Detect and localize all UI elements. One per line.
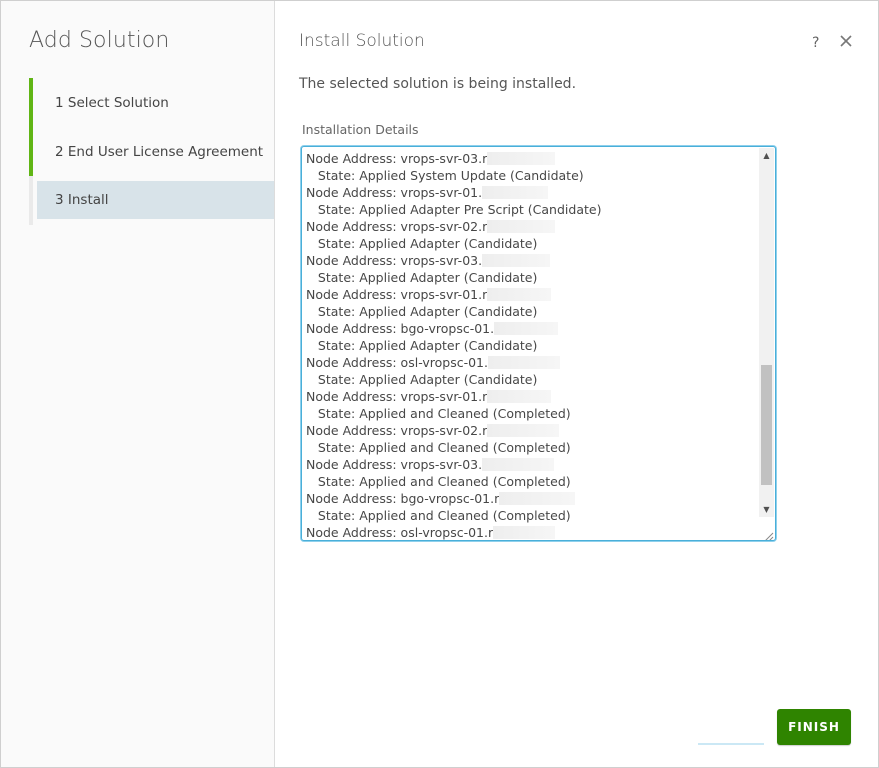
wizard-title: Add Solution [29, 28, 170, 53]
cancel-button[interactable] [698, 743, 764, 745]
details-line-text: State: Applied and Cleaned (Completed) [306, 440, 571, 455]
redacted-hostname [487, 390, 552, 403]
details-line-text: State: Applied and Cleaned (Completed) [306, 406, 571, 421]
details-line-text: State: Applied Adapter Pre Script (Candi… [306, 202, 602, 217]
step-complete-indicator [29, 127, 33, 176]
installation-details-line: State: Applied Adapter (Candidate) [306, 235, 757, 252]
details-line-text: Node Address: vrops-svr-01. [306, 185, 483, 200]
wizard-steps: 1 Select Solution 2 End User License Agr… [29, 78, 274, 225]
installation-details-line: State: Applied and Cleaned (Completed) [306, 439, 757, 456]
details-line-text: Node Address: osl-vropsc-01.r [306, 525, 494, 540]
step-complete-indicator [29, 78, 33, 127]
step-install[interactable]: 3 Install [29, 176, 274, 225]
installation-details-line: Node Address: vrops-svr-02.r [306, 218, 757, 235]
redacted-hostname [494, 322, 559, 335]
installation-details-line: Node Address: vrops-svr-01.r [306, 286, 757, 303]
details-line-text: Node Address: osl-vropsc-01. [306, 355, 488, 370]
page-title: Install Solution [299, 31, 425, 51]
installation-details-line: State: Applied and Cleaned (Completed) [306, 473, 757, 490]
installation-details-line: Node Address: vrops-svr-03. [306, 252, 757, 269]
details-line-text: State: Applied and Cleaned (Completed) [306, 474, 571, 489]
installation-details-line: State: Applied Adapter (Candidate) [306, 337, 757, 354]
installation-details-line: State: Applied and Cleaned (Completed) [306, 405, 757, 422]
details-line-text: Node Address: vrops-svr-03. [306, 253, 483, 268]
close-icon[interactable] [835, 30, 857, 52]
wizard-sidebar: Add Solution 1 Select Solution 2 End Use… [1, 1, 275, 767]
step-select-solution[interactable]: 1 Select Solution [29, 78, 274, 127]
wizard-content: Install Solution ? The selected solution… [275, 1, 878, 767]
installation-details-line: State: Applied and Cleaned (Completed) [306, 507, 757, 524]
installation-details-content: Node Address: vrops-svr-03.r State: Appl… [306, 150, 757, 540]
redacted-hostname [487, 288, 552, 301]
details-line-text: State: Applied Adapter (Candidate) [306, 236, 538, 251]
details-line-text: State: Applied Adapter (Candidate) [306, 304, 538, 319]
scroll-up-arrow-icon[interactable]: ▲ [759, 148, 774, 163]
installation-details-line: State: Applied System Update (Candidate) [306, 167, 757, 184]
installation-details-line: Node Address: bgo-vropsc-01. [306, 320, 757, 337]
installation-details-line: State: Applied Adapter (Candidate) [306, 303, 757, 320]
installation-details-line: Node Address: vrops-svr-03. [306, 456, 757, 473]
details-line-text: State: Applied and Cleaned (Completed) [306, 508, 571, 523]
finish-button[interactable]: FINISH [777, 709, 851, 745]
installation-details-line: State: Applied Adapter Pre Script (Candi… [306, 201, 757, 218]
redacted-hostname [487, 424, 560, 437]
step-label: 1 Select Solution [55, 94, 169, 111]
details-line-text: Node Address: vrops-svr-02.r [306, 423, 488, 438]
scrollbar-thumb[interactable] [761, 365, 772, 485]
scroll-down-arrow-icon[interactable]: ▼ [759, 502, 774, 517]
details-line-text: State: Applied System Update (Candidate) [306, 168, 584, 183]
details-line-text: State: Applied Adapter (Candidate) [306, 338, 538, 353]
redacted-hostname [488, 356, 560, 369]
details-line-text: Node Address: vrops-svr-01.r [306, 287, 488, 302]
installation-details-line: State: Applied Adapter (Candidate) [306, 371, 757, 388]
details-line-text: Node Address: bgo-vropsc-01.r [306, 491, 500, 506]
installation-details-label: Installation Details [302, 122, 419, 137]
details-scrollbar[interactable]: ▲ ▼ [759, 148, 774, 517]
redacted-hostname [487, 152, 556, 165]
redacted-hostname [482, 186, 549, 199]
redacted-hostname [493, 526, 556, 539]
step-label: 3 Install [55, 192, 109, 208]
details-line-text: Node Address: bgo-vropsc-01. [306, 321, 495, 336]
resize-grip-icon[interactable] [762, 527, 774, 540]
installation-details-line: Node Address: vrops-svr-02.r [306, 422, 757, 439]
redacted-hostname [499, 492, 576, 505]
redacted-hostname [482, 458, 555, 471]
details-line-text: Node Address: vrops-svr-03.r [306, 151, 488, 166]
redacted-hostname [482, 254, 551, 267]
redacted-hostname [487, 220, 556, 233]
installation-details-line: Node Address: osl-vropsc-01. [306, 354, 757, 371]
step-label: 2 End User License Agreement [55, 143, 264, 160]
help-icon[interactable]: ? [812, 35, 819, 51]
install-status-text: The selected solution is being installed… [299, 76, 577, 92]
installation-details-line: Node Address: osl-vropsc-01.r [306, 524, 757, 540]
details-line-text: Node Address: vrops-svr-03. [306, 457, 483, 472]
details-line-text: Node Address: vrops-svr-02.r [306, 219, 488, 234]
step-eula[interactable]: 2 End User License Agreement [29, 127, 274, 176]
step-pending-indicator [29, 176, 33, 225]
details-line-text: State: Applied Adapter (Candidate) [306, 372, 538, 387]
details-line-text: State: Applied Adapter (Candidate) [306, 270, 538, 285]
installation-details-line: Node Address: vrops-svr-03.r [306, 150, 757, 167]
installation-details-textarea[interactable]: Node Address: vrops-svr-03.r State: Appl… [301, 146, 776, 541]
details-line-text: Node Address: vrops-svr-01.r [306, 389, 488, 404]
installation-details-line: Node Address: bgo-vropsc-01.r [306, 490, 757, 507]
installation-details-line: Node Address: vrops-svr-01. [306, 184, 757, 201]
installation-details-line: Node Address: vrops-svr-01.r [306, 388, 757, 405]
add-solution-dialog: Add Solution 1 Select Solution 2 End Use… [0, 0, 879, 768]
installation-details-line: State: Applied Adapter (Candidate) [306, 269, 757, 286]
